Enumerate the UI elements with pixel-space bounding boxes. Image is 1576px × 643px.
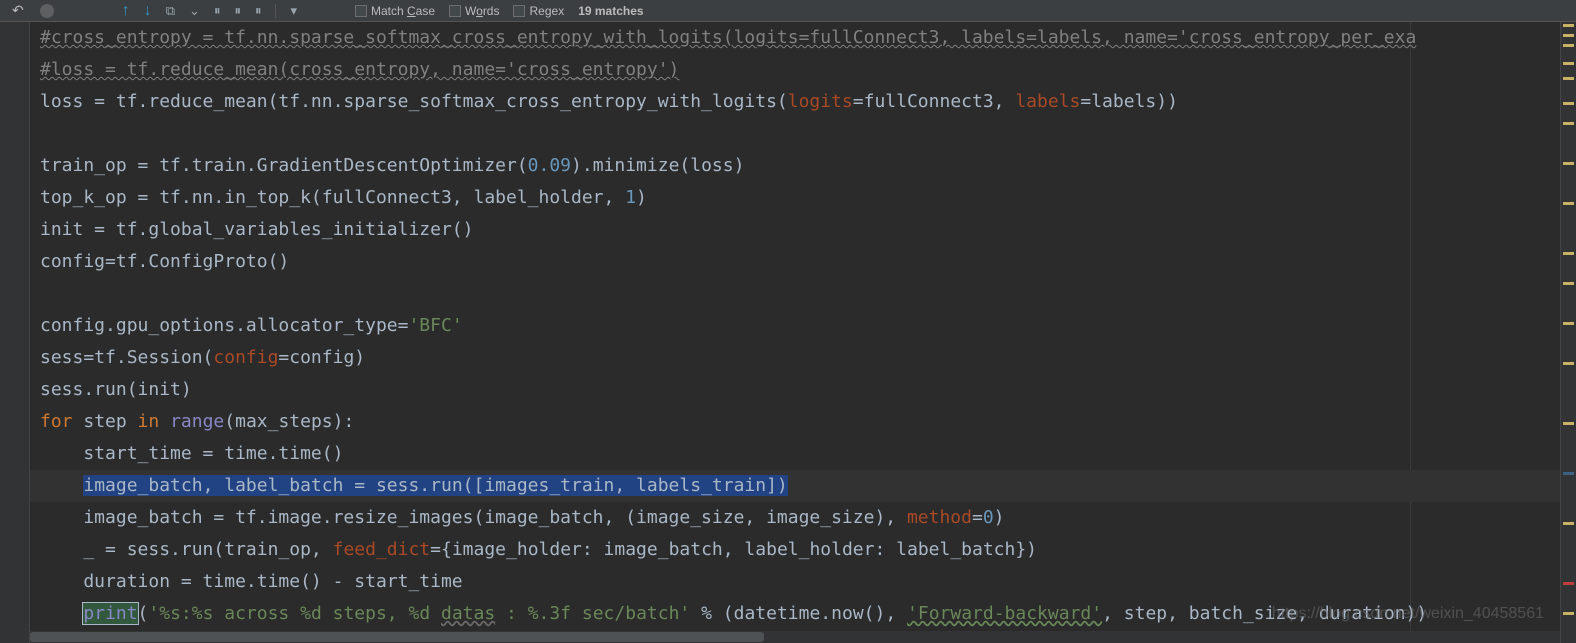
marker-warning[interactable] <box>1563 522 1574 525</box>
search-up-icon[interactable]: ↑ <box>122 2 130 20</box>
search-down-icon[interactable]: ↓ <box>144 2 152 20</box>
words-checkbox[interactable]: Words <box>449 4 499 18</box>
regex-label: Regex <box>529 4 564 18</box>
code-line[interactable]: loss = tf.reduce_mean(tf.nn.sparse_softm… <box>30 86 1560 118</box>
words-label: Words <box>465 4 499 18</box>
toolbar-separator <box>275 4 276 18</box>
marker-warning[interactable] <box>1563 102 1574 105</box>
filter-icon[interactable]: ▾ <box>290 3 297 19</box>
toolbar-icon-b[interactable]: ⏸ <box>234 3 241 19</box>
horizontal-scrollbar[interactable] <box>30 631 1560 643</box>
code-line[interactable]: image_batch = tf.image.resize_images(ima… <box>30 502 1560 534</box>
code-line[interactable]: start_time = time.time() <box>30 438 1560 470</box>
marker-warning[interactable] <box>1563 322 1574 325</box>
checkbox-box <box>449 5 461 17</box>
marker-strip[interactable] <box>1560 22 1576 643</box>
marker-warning[interactable] <box>1563 282 1574 285</box>
code-line[interactable] <box>30 118 1560 150</box>
match-case-label: Match Case <box>371 4 435 18</box>
marker-warning[interactable] <box>1563 34 1574 37</box>
code-editor[interactable]: #cross_entropy = tf.nn.sparse_softmax_cr… <box>30 22 1560 643</box>
find-toolbar: ↶ ↑ ↓ ⧉ ⌄ ⏸ ⏸ ⏸ ▾ Match Case Words Regex… <box>0 0 1576 22</box>
code-line[interactable]: #loss = tf.reduce_mean(cross_entropy, na… <box>30 54 1560 86</box>
code-line[interactable]: _ = sess.run(train_op, feed_dict={image_… <box>30 534 1560 566</box>
match-count: 19 matches <box>578 4 643 18</box>
code-line[interactable]: top_k_op = tf.nn.in_top_k(fullConnect3, … <box>30 182 1560 214</box>
checkbox-box <box>355 5 367 17</box>
marker-selection[interactable] <box>1563 472 1574 475</box>
match-case-checkbox[interactable]: Match Case <box>355 4 435 18</box>
code-line[interactable]: sess=tf.Session(config=config) <box>30 342 1560 374</box>
code-line[interactable]: train_op = tf.train.GradientDescentOptim… <box>30 150 1560 182</box>
marker-warning[interactable] <box>1563 44 1574 47</box>
marker-error[interactable] <box>1563 582 1574 585</box>
toolbar-icon-a[interactable]: ⏸ <box>214 3 221 19</box>
checkbox-box <box>513 5 525 17</box>
text-selection: image_batch, label_batch = sess.run([ima… <box>83 475 787 496</box>
marker-warning[interactable] <box>1563 24 1574 27</box>
toolbar-icon-c[interactable]: ⏸ <box>255 3 262 19</box>
code-line[interactable]: sess.run(init) <box>30 374 1560 406</box>
select-all-icon[interactable]: ⧉ <box>166 3 175 19</box>
code-line[interactable]: init = tf.global_variables_initializer() <box>30 214 1560 246</box>
marker-warning[interactable] <box>1563 252 1574 255</box>
code-line[interactable]: print('%s:%s across %d steps, %d datas :… <box>30 598 1560 630</box>
code-line[interactable]: config.gpu_options.allocator_type='BFC' <box>30 310 1560 342</box>
code-line[interactable]: duration = time.time() - start_time <box>30 566 1560 598</box>
marker-warning[interactable] <box>1563 162 1574 165</box>
gutter[interactable] <box>0 22 30 643</box>
code-line[interactable]: #cross_entropy = tf.nn.sparse_softmax_cr… <box>30 22 1560 54</box>
marker-warning[interactable] <box>1563 612 1574 615</box>
marker-warning[interactable] <box>1563 202 1574 205</box>
marker-warning[interactable] <box>1563 122 1574 125</box>
code-line[interactable]: config=tf.ConfigProto() <box>30 246 1560 278</box>
code-line[interactable] <box>30 278 1560 310</box>
search-hit: print <box>83 603 137 624</box>
add-selection-icon[interactable]: ⌄ <box>189 3 200 19</box>
scrollbar-thumb[interactable] <box>30 632 764 642</box>
prev-occurrence-icon[interactable]: ↶ <box>10 2 26 19</box>
close-search-icon[interactable] <box>40 4 54 18</box>
code-line-selected[interactable]: image_batch, label_batch = sess.run([ima… <box>30 470 1560 502</box>
marker-warning[interactable] <box>1563 77 1574 80</box>
marker-warning[interactable] <box>1563 422 1574 425</box>
marker-warning[interactable] <box>1563 362 1574 365</box>
code-line[interactable]: for step in range(max_steps): <box>30 406 1560 438</box>
editor-wrap: #cross_entropy = tf.nn.sparse_softmax_cr… <box>0 22 1576 643</box>
marker-warning[interactable] <box>1563 62 1574 65</box>
regex-checkbox[interactable]: Regex <box>513 4 564 18</box>
